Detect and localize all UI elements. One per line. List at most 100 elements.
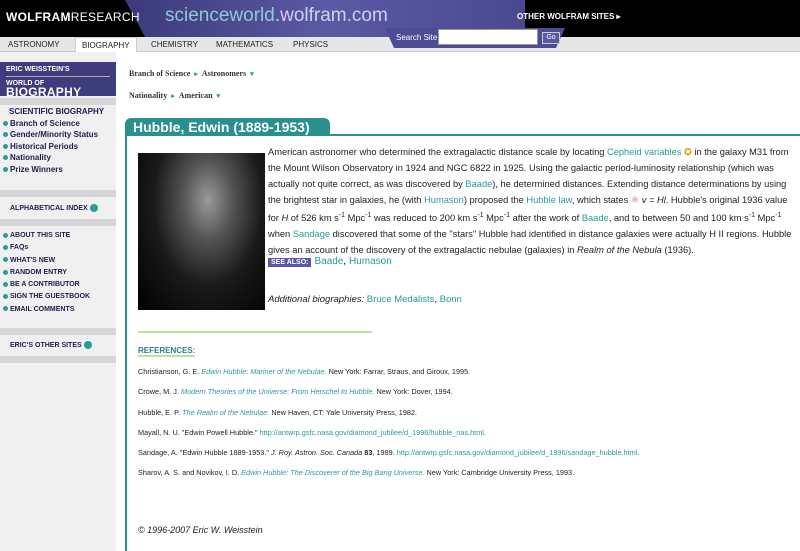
go-button[interactable]: Go <box>542 32 560 44</box>
breadcrumb-value[interactable]: Astronomers <box>202 69 246 78</box>
additional-label: Additional biographies: <box>268 294 365 305</box>
nav-gender-minority[interactable]: Gender/Minority Status <box>0 129 116 141</box>
biography-text: American astronomer who determined the e… <box>268 147 792 256</box>
wolfram-research-logo[interactable]: WOLFRAMRESEARCH <box>6 10 140 24</box>
logo-bold: WOLFRAM <box>6 10 71 24</box>
copyright: © 1996-2007 Eric W. Weisstein <box>138 525 263 535</box>
astronomy-icon[interactable]: ✪ <box>684 147 692 157</box>
bullet-icon <box>3 281 8 287</box>
bullet-icon <box>3 166 8 172</box>
nav-whats-new[interactable]: WHAT'S NEW <box>0 255 116 267</box>
world-of-biography-logo[interactable]: ERIC WEISSTEIN'S WORLD OF BIOGRAPHY <box>0 62 116 99</box>
bullet-icon <box>3 232 8 238</box>
nav-historical-periods[interactable]: Historical Periods <box>0 141 116 153</box>
reference-link[interactable]: Edwin Hubble: Mariner of the Nebulae. <box>201 367 326 376</box>
nav-label: ALPHABETICAL INDEX <box>10 204 88 212</box>
search-label: Search Site <box>396 33 438 42</box>
divider <box>138 331 372 333</box>
nav-branch-of-science[interactable]: Branch of Science <box>0 118 116 130</box>
bullet-icon <box>3 132 8 138</box>
triangle-right-icon: ▸ <box>171 92 175 100</box>
link-baade[interactable]: Baade <box>465 179 492 189</box>
nav-label: Branch of Science <box>10 118 80 128</box>
divider <box>0 219 116 226</box>
nav-about[interactable]: ABOUT THIS SITE <box>0 230 116 242</box>
bullet-icon <box>3 143 8 149</box>
other-wolfram-sites-link[interactable]: OTHER WOLFRAM SITES ▸ <box>517 12 621 21</box>
nav-label: ABOUT THIS SITE <box>10 232 71 239</box>
bullet-icon <box>3 155 8 161</box>
references-heading: REFERENCES: <box>138 346 196 357</box>
additional-biographies: Additional biographies: Bruce Medalists,… <box>268 294 462 305</box>
bullet-icon <box>3 269 8 275</box>
reference-link[interactable]: Modern Theories of the Universe: From He… <box>181 387 374 396</box>
link-cepheid[interactable]: Cepheid variables <box>607 147 681 157</box>
reference-item: Christianson, G. E. Edwin Hubble: Marine… <box>138 367 471 376</box>
link-baade-2[interactable]: Baade <box>582 213 609 223</box>
see-also-humason[interactable]: Humason <box>349 256 392 267</box>
references-list: Christianson, G. E. Edwin Hubble: Marine… <box>138 367 639 489</box>
breadcrumb-nationality: Nationality ▸ American ▾ <box>129 91 224 100</box>
reference-url[interactable]: http://antwrp.gsfc.nasa.gov/diamond_jubi… <box>397 448 638 457</box>
erics-other-sites-link[interactable]: ERIC'S OTHER SITES <box>0 341 116 349</box>
nav-prize-winners[interactable]: Prize Winners <box>0 164 116 176</box>
reference-item: Sharov, A. S. and Novikov, I. D. Edwin H… <box>138 468 575 478</box>
brand-line2b: BIOGRAPHY <box>6 85 82 99</box>
page-title: Hubble, Edwin (1889-1953) <box>125 118 330 136</box>
dropdown-icon[interactable]: ▾ <box>250 70 254 78</box>
divider <box>0 190 116 197</box>
divider <box>0 328 116 335</box>
link-humason[interactable]: Humason <box>424 195 464 205</box>
site-title[interactable]: scienceworld.wolfram.com <box>165 5 388 27</box>
reference-url[interactable]: http://antwrp.gsfc.nasa.gov/diamond_jubi… <box>260 428 484 437</box>
bullet-icon <box>3 257 8 263</box>
nav-email-comments[interactable]: EMAIL COMMENTS <box>0 304 116 316</box>
bullet-icon <box>3 120 8 126</box>
nav-guestbook[interactable]: SIGN THE GUESTBOOK <box>0 291 116 303</box>
link-bruce-medalists[interactable]: Bruce Medalists <box>367 294 435 305</box>
see-also-baade[interactable]: Baade <box>314 256 343 267</box>
nav-nationality[interactable]: Nationality <box>0 152 116 164</box>
breadcrumb-value[interactable]: American <box>179 91 213 100</box>
site-title-a: scienceworld <box>165 5 275 26</box>
link-sandage[interactable]: Sandage <box>293 229 330 239</box>
logo-light: RESEARCH <box>70 10 140 24</box>
nav-label: FAQs <box>10 244 29 252</box>
nav-label: Prize Winners <box>10 164 63 174</box>
bullet-icon <box>3 294 8 300</box>
breadcrumb-branch: Branch of Science ▸ Astronomers ▾ <box>129 69 258 78</box>
nav-label: RANDOM ENTRY <box>10 268 67 276</box>
nav-label: EMAIL COMMENTS <box>10 305 75 313</box>
breadcrumb-label[interactable]: Branch of Science <box>129 69 190 78</box>
tab-mathematics[interactable]: MATHEMATICS <box>216 40 273 49</box>
nav-label: BE A CONTRIBUTOR <box>10 281 80 289</box>
tab-chemistry[interactable]: CHEMISTRY <box>151 40 198 49</box>
nav-label: SIGN THE GUESTBOOK <box>10 293 91 301</box>
nav-random-entry[interactable]: RANDOM ENTRY <box>0 267 116 279</box>
link-hubble-law[interactable]: Hubble law <box>526 195 571 205</box>
reference-link[interactable]: The Realm of the Nebulae. <box>182 408 269 417</box>
physics-icon[interactable]: ⚛ <box>631 195 639 205</box>
tab-physics[interactable]: PHYSICS <box>293 40 328 49</box>
alphabetical-index-link[interactable]: ALPHABETICAL INDEX <box>0 204 116 212</box>
divider <box>0 98 116 105</box>
breadcrumb-label[interactable]: Nationality <box>129 91 167 100</box>
nav-label: Nationality <box>10 153 51 162</box>
arrow-icon <box>83 341 92 349</box>
link-bonn[interactable]: Bonn <box>440 294 462 305</box>
site-title-b: .wolfram.com <box>274 5 388 26</box>
reference-item: Mayall, N. U. "Edwin Powell Hubble." htt… <box>138 427 486 437</box>
nav-contributor[interactable]: BE A CONTRIBUTOR <box>0 279 116 291</box>
dropdown-icon[interactable]: ▾ <box>217 92 221 100</box>
nav-faqs[interactable]: FAQs <box>0 242 116 254</box>
reference-item: Crowe, M. J. Modern Theories of the Univ… <box>138 387 453 397</box>
tab-biography[interactable]: BIOGRAPHY <box>75 37 137 52</box>
arrow-icon <box>89 204 98 212</box>
reference-link[interactable]: Edwin Hubble: The Discoverer of the Big … <box>241 468 424 477</box>
triangle-right-icon: ▸ <box>194 70 198 78</box>
brand-line1: ERIC WEISSTEIN'S <box>6 66 70 73</box>
tab-astronomy[interactable]: ASTRONOMY <box>8 40 60 49</box>
nav-label: ERIC'S OTHER SITES <box>10 341 82 349</box>
site-nav: ABOUT THIS SITE FAQs WHAT'S NEW RANDOM E… <box>0 230 116 316</box>
search-input[interactable] <box>438 29 538 45</box>
